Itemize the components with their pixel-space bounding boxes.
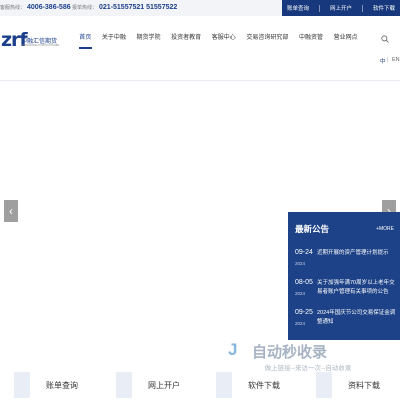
top-bar: 客服热线： 4006-386-586 报单热线： 021-51557521 5155… [0, 0, 400, 16]
quick-bill-query[interactable]: 账单查询 [14, 370, 106, 400]
notice-item[interactable]: 09-25 2024 2024年国庆节公司交易保证金调整通知 [295, 309, 395, 337]
logo[interactable]: zrf 中融汇信期货 ZHONGRONG HUIXIN FUTURES [1, 29, 59, 51]
notice-more-link[interactable]: +MORE [376, 226, 394, 232]
notice-item[interactable]: 08-05 2024 关于加强年满70周岁以上老年交易者账户管理有关事项的公告 [295, 279, 395, 307]
nav-asset-management[interactable]: 中融资管 [294, 33, 329, 47]
search-icon[interactable] [381, 35, 389, 43]
notice-date: 09-25 [295, 309, 313, 316]
order-hotline-label: 报单热线： [72, 5, 98, 11]
quick-label: 网上开户 [148, 381, 180, 390]
lang-english[interactable]: EN [392, 57, 400, 63]
notice-year: 2024 [295, 261, 306, 266]
software-icon [216, 372, 232, 398]
divider [318, 4, 320, 12]
notice-date: 09-24 [295, 249, 313, 256]
notice-text: 2024年国庆节公司交易保证金调整通知 [317, 310, 396, 325]
watermark-logo: J [228, 340, 238, 359]
divider [361, 4, 363, 12]
quick-document-download[interactable]: 资料下载 [316, 370, 400, 400]
order-hotline: 报单热线： 021-51557521 51557522 [72, 4, 177, 11]
notice-text: 关于加强年满70周岁以上老年交易者账户管理有关事项的公告 [317, 280, 395, 295]
quick-software-download[interactable]: 软件下载 [216, 370, 308, 400]
order-hotline-number: 021-51557521 51557522 [99, 4, 178, 11]
account-icon [116, 372, 132, 398]
nav-service-center[interactable]: 客服中心 [206, 33, 241, 47]
nav-futures-academy[interactable]: 期货学院 [131, 33, 166, 47]
service-hotline: 客服热线： 4006-386-586 [0, 4, 71, 11]
notice-title: 最新公告 [295, 224, 330, 234]
nav-investor-education[interactable]: 投资者教育 [166, 33, 207, 47]
document-icon [316, 372, 332, 398]
service-hotline-label: 客服热线： [0, 5, 26, 11]
top-link-bill-query[interactable]: 账单查询 [287, 4, 309, 12]
top-link-open-account[interactable]: 网上开户 [330, 4, 352, 12]
notice-year: 2024 [295, 291, 306, 296]
notice-year: 2024 [295, 321, 306, 326]
nav-research[interactable]: 交易咨询研究部 [241, 33, 294, 47]
page: 客服热线： 4006-386-586 报单热线： 021-51557521 5155… [0, 0, 400, 400]
quick-entries: 账单查询 网上开户 软件下载 资料下载 [0, 370, 400, 400]
quick-label: 软件下载 [248, 381, 280, 390]
lang-chinese[interactable]: 中 [380, 57, 386, 65]
quick-open-account[interactable]: 网上开户 [116, 370, 208, 400]
lang-separator: | [387, 57, 389, 63]
notice-date: 08-05 [295, 279, 313, 286]
logo-english-name: ZHONGRONG HUIXIN FUTURES [21, 44, 60, 47]
banner-prev-arrow-icon[interactable]: ‹ [4, 200, 18, 222]
nav-branches[interactable]: 营业网点 [328, 33, 363, 47]
notice-text: 近期开展的资产管理计划提示 [317, 250, 389, 256]
quick-label: 账单查询 [46, 381, 78, 390]
notice-item[interactable]: 09-24 2024 近期开展的资产管理计划提示 [295, 249, 395, 277]
nav-about[interactable]: 关于中融 [97, 33, 132, 47]
top-link-software-download[interactable]: 软件下载 [373, 4, 395, 12]
main-nav: 首页 关于中融 期货学院 投资者教育 客服中心 交易咨询研究部 中融资管 营业网… [74, 33, 363, 49]
bill-icon [14, 372, 30, 398]
watermark: J 自动秒收录 做上链接--来访一次--自动收录 [228, 340, 388, 374]
top-links: 账单查询 网上开户 软件下载 [282, 0, 400, 16]
service-hotline-number: 4006-386-586 [27, 4, 71, 11]
watermark-text: 自动秒收录 [252, 344, 328, 361]
nav-home[interactable]: 首页 [74, 33, 97, 49]
quick-label: 资料下载 [348, 381, 380, 390]
header: zrf 中融汇信期货 ZHONGRONG HUIXIN FUTURES 首页 关… [0, 16, 400, 80]
latest-notice-panel: 最新公告 +MORE 09-24 2024 近期开展的资产管理计划提示 08-0… [288, 212, 400, 340]
